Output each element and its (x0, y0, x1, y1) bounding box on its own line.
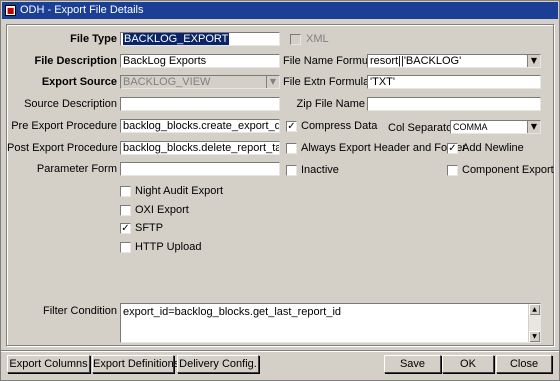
oxi-export-checkbox[interactable] (120, 205, 131, 216)
always-export-header-checkbox[interactable] (286, 143, 297, 154)
sftp-label: SFTP (135, 222, 164, 234)
scroll-down-icon[interactable]: ▼ (529, 331, 540, 342)
dropdown-icon[interactable]: ▼ (527, 55, 540, 67)
app-icon: ■ (5, 5, 16, 16)
xml-label: XML (306, 33, 329, 45)
save-button[interactable]: Save (384, 355, 441, 373)
file-name-formula-label: File Name Formula (283, 55, 377, 67)
close-button[interactable]: Close (496, 355, 552, 373)
pre-export-procedure-label: Pre Export Procedure (11, 120, 117, 132)
filter-scrollbar[interactable]: ▲ ▼ (528, 304, 540, 342)
export-source-value: BACKLOG_VIEW (123, 76, 211, 88)
col-separator-select[interactable]: COMMA ▼ (450, 120, 541, 134)
post-export-procedure-label: Post Export Procedure (7, 142, 118, 154)
filter-condition-value: export_id=backlog_blocks.get_last_report… (123, 306, 342, 318)
source-description-field[interactable] (120, 97, 280, 111)
ok-button[interactable]: OK (442, 355, 494, 373)
source-description-label: Source Description (24, 98, 117, 110)
file-description-field[interactable]: BackLog Exports (120, 54, 280, 68)
export-columns-button[interactable]: Export Columns (7, 355, 90, 373)
add-newline-label: Add Newline (462, 142, 524, 154)
compress-data-checkbox[interactable]: ✓ (286, 121, 297, 132)
window-title: ODH - Export File Details (20, 4, 144, 16)
oxi-export-label: OXI Export (135, 204, 189, 216)
file-extn-formula-label: File Extn Formula (283, 76, 370, 88)
component-export-label: Component Export (462, 164, 554, 176)
night-audit-export-checkbox[interactable] (120, 186, 131, 197)
file-name-formula-value: resort||'BACKLOG' (370, 55, 462, 67)
pre-export-procedure-field[interactable]: backlog_blocks.create_export_data(pr (120, 119, 280, 133)
add-newline-checkbox[interactable]: ✓ (447, 143, 458, 154)
sftp-checkbox[interactable]: ✓ (120, 223, 131, 234)
xml-checkbox[interactable] (290, 34, 301, 45)
file-type-label: File Type (70, 33, 117, 45)
parameter-form-field[interactable] (120, 162, 280, 176)
col-separator-label: Col Separator (388, 122, 456, 134)
night-audit-export-label: Night Audit Export (135, 185, 224, 197)
inactive-label: Inactive (301, 164, 339, 176)
export-definitions-button[interactable]: Export Definitions (92, 355, 179, 373)
http-upload-checkbox[interactable] (120, 242, 131, 253)
chevron-down-icon[interactable]: ▼ (527, 121, 540, 133)
post-export-procedure-field[interactable]: backlog_blocks.delete_report_table (120, 141, 280, 155)
title-bar: ■ ODH - Export File Details (2, 2, 558, 19)
compress-data-label: Compress Data (301, 120, 378, 132)
http-upload-label: HTTP Upload (135, 241, 202, 253)
zip-file-name-field[interactable] (367, 97, 541, 111)
parameter-form-label: Parameter Form (36, 163, 117, 175)
col-separator-value: COMMA (453, 122, 488, 132)
scroll-up-icon[interactable]: ▲ (529, 304, 540, 315)
file-type-field[interactable]: BACKLOG_EXPORT (120, 32, 280, 46)
zip-file-name-label: Zip File Name (296, 98, 365, 110)
file-extn-formula-field[interactable]: 'TXT' (367, 75, 541, 89)
file-description-label: File Description (34, 55, 117, 67)
component-export-checkbox[interactable] (447, 165, 458, 176)
file-name-formula-field[interactable]: resort||'BACKLOG' ▼ (367, 54, 541, 68)
export-file-details-window: ■ ODH - Export File Details File Type BA… (0, 0, 560, 381)
inactive-checkbox[interactable] (286, 165, 297, 176)
filter-condition-label: Filter Condition (43, 305, 117, 317)
main-panel (6, 24, 554, 346)
filter-condition-textarea[interactable]: export_id=backlog_blocks.get_last_report… (120, 303, 541, 343)
export-source-field[interactable]: BACKLOG_VIEW ▼ (120, 75, 280, 89)
always-export-header-label: Always Export Header and Footer (301, 142, 467, 154)
delivery-config-button[interactable]: Delivery Config. (177, 355, 259, 373)
divider (1, 350, 559, 352)
export-source-label: Export Source (41, 76, 117, 88)
dropdown-icon[interactable]: ▼ (266, 76, 279, 88)
